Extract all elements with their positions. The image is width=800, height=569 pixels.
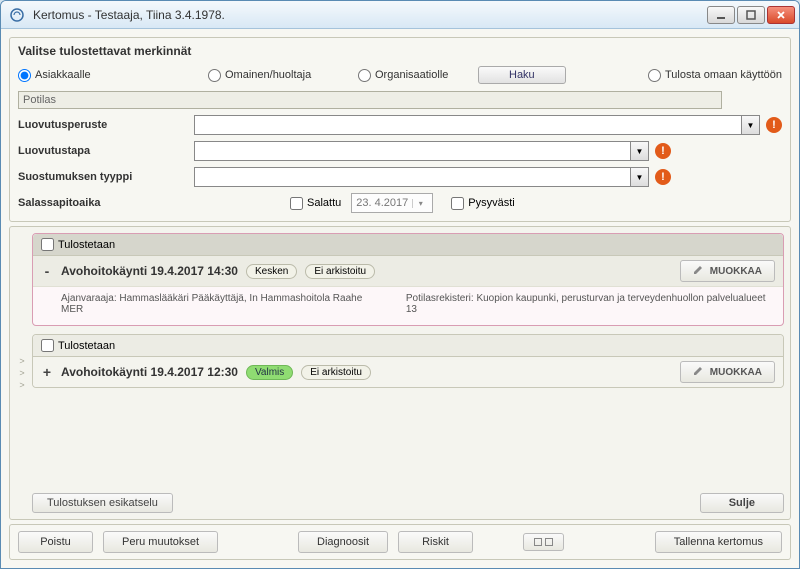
bottom-toolbar: Poistu Peru muutokset Diagnoosit Riskit … <box>9 524 791 560</box>
square-icon <box>545 538 553 546</box>
status-badge: Valmis <box>246 365 293 380</box>
salassapitoaika-row: Salassapitoaika Salattu 23. 4.2017▾ Pysy… <box>18 193 782 213</box>
suostumuksen-tyyppi-row: Suostumuksen tyyppi ▼ ! <box>18 167 782 187</box>
potilas-field[interactable] <box>18 91 722 109</box>
salattu-checkbox-input[interactable] <box>290 197 303 210</box>
panel-heading: Valitse tulostettavat merkinnät <box>18 44 782 58</box>
radio-asiakkaalle-input[interactable] <box>18 69 31 82</box>
luovutusperuste-row: Luovutusperuste ▼ ! <box>18 115 782 135</box>
suostumuksen-tyyppi-label: Suostumuksen tyyppi <box>18 171 188 183</box>
error-icon: ! <box>655 143 671 159</box>
error-icon: ! <box>766 117 782 133</box>
app-icon <box>9 7 25 23</box>
diagnoosit-button[interactable]: Diagnoosit <box>298 531 388 553</box>
radio-omaan-kayttoon[interactable]: Tulosta omaan käyttöön <box>648 69 782 82</box>
pysyvasti-checkbox[interactable]: Pysyvästi <box>451 197 514 210</box>
ajanvaraaja-text: Ajanvaraaja: Hammaslääkäri Pääkäyttäjä, … <box>61 293 380 315</box>
error-icon: ! <box>655 169 671 185</box>
tallenna-kertomus-button[interactable]: Tallenna kertomus <box>655 531 782 553</box>
radio-organisaatiolle[interactable]: Organisaatiolle <box>358 69 468 82</box>
date-picker[interactable]: 23. 4.2017▾ <box>351 193 433 213</box>
tulostetaan-checkbox[interactable] <box>41 339 54 352</box>
luovutusperuste-label: Luovutusperuste <box>18 119 188 131</box>
poistu-button[interactable]: Poistu <box>18 531 93 553</box>
archive-badge: Ei arkistoitu <box>305 264 375 279</box>
content-area: Valitse tulostettavat merkinnät Asiakkaa… <box>1 29 799 568</box>
edit-icon <box>693 264 704 278</box>
entry-title: Avohoitokäynti 19.4.2017 14:30 <box>61 264 238 278</box>
dropdown-icon[interactable]: ▼ <box>631 167 649 187</box>
maximize-button[interactable] <box>737 6 765 24</box>
print-options-panel: Valitse tulostettavat merkinnät Asiakkaa… <box>9 37 791 222</box>
entry-item: Tulostetaan - Avohoitokäynti 19.4.2017 1… <box>32 233 784 326</box>
entry-header: + Avohoitokäynti 19.4.2017 12:30 Valmis … <box>33 357 783 387</box>
dropdown-icon[interactable]: ▼ <box>631 141 649 161</box>
window-title: Kertomus - Testaaja, Tiina 3.4.1978. <box>29 8 707 22</box>
recipient-radio-row: Asiakkaalle Omainen/huoltaja Organisaati… <box>18 66 782 84</box>
pysyvasti-checkbox-input[interactable] <box>451 197 464 210</box>
salattu-checkbox[interactable]: Salattu <box>290 197 341 210</box>
esikatselu-button[interactable]: Tulostuksen esikatselu <box>32 493 173 513</box>
chevron-right-icon: > <box>19 380 24 390</box>
luovutustapa-row: Luovutustapa ▼ ! <box>18 141 782 161</box>
potilasrekisteri-text: Potilasrekisteri: Kuopion kaupunki, peru… <box>406 293 771 315</box>
entry-details: Ajanvaraaja: Hammaslääkäri Pääkäyttäjä, … <box>33 287 783 325</box>
radio-asiakkaalle[interactable]: Asiakkaalle <box>18 69 208 82</box>
peru-muutokset-button[interactable]: Peru muutokset <box>103 531 218 553</box>
haku-button[interactable]: Haku <box>478 66 566 84</box>
muokkaa-button[interactable]: MUOKKAA <box>680 361 775 383</box>
tulostetaan-checkbox[interactable] <box>41 238 54 251</box>
radio-omaan-input[interactable] <box>648 69 661 82</box>
radio-omainen-input[interactable] <box>208 69 221 82</box>
entry-title: Avohoitokäynti 19.4.2017 12:30 <box>61 365 238 379</box>
minimize-button[interactable] <box>707 6 735 24</box>
radio-organisaatiolle-input[interactable] <box>358 69 371 82</box>
entry-print-header: Tulostetaan <box>33 234 783 256</box>
entries-panel: > > > Tulostetaan - Avohoitokäynti 19.4.… <box>9 226 791 520</box>
entry-header: - Avohoitokäynti 19.4.2017 14:30 Kesken … <box>33 256 783 287</box>
tulostetaan-label: Tulostetaan <box>58 239 115 251</box>
salassapitoaika-label: Salassapitoaika <box>18 197 188 209</box>
entries-column: Tulostetaan - Avohoitokäynti 19.4.2017 1… <box>32 233 784 513</box>
side-expand-chevrons[interactable]: > > > <box>16 233 28 513</box>
sulje-button[interactable]: Sulje <box>700 493 784 513</box>
edit-icon <box>693 365 704 379</box>
middle-bottom-buttons: Tulostuksen esikatselu Sulje <box>32 487 784 513</box>
titlebar: Kertomus - Testaaja, Tiina 3.4.1978. <box>1 1 799 29</box>
layout-toggle-button[interactable] <box>523 533 564 551</box>
suostumuksen-tyyppi-select[interactable] <box>194 167 631 187</box>
entry-item: Tulostetaan + Avohoitokäynti 19.4.2017 1… <box>32 334 784 388</box>
archive-badge: Ei arkistoitu <box>301 365 371 380</box>
main-window: Kertomus - Testaaja, Tiina 3.4.1978. Val… <box>0 0 800 569</box>
status-badge: Kesken <box>246 264 297 279</box>
muokkaa-button[interactable]: MUOKKAA <box>680 260 775 282</box>
collapse-toggle[interactable]: - <box>41 263 53 279</box>
tulostetaan-label: Tulostetaan <box>58 340 115 352</box>
calendar-dropdown-icon[interactable]: ▾ <box>412 199 428 208</box>
close-button[interactable] <box>767 6 795 24</box>
chevron-right-icon: > <box>19 356 24 366</box>
dropdown-icon[interactable]: ▼ <box>742 115 760 135</box>
luovutustapa-label: Luovutustapa <box>18 145 188 157</box>
expand-toggle[interactable]: + <box>41 364 53 380</box>
luovutusperuste-select[interactable] <box>194 115 742 135</box>
entry-print-header: Tulostetaan <box>33 335 783 357</box>
riskit-button[interactable]: Riskit <box>398 531 473 553</box>
radio-omainen[interactable]: Omainen/huoltaja <box>208 69 358 82</box>
chevron-right-icon: > <box>19 368 24 378</box>
square-icon <box>534 538 542 546</box>
window-controls <box>707 6 795 24</box>
luovutustapa-select[interactable] <box>194 141 631 161</box>
